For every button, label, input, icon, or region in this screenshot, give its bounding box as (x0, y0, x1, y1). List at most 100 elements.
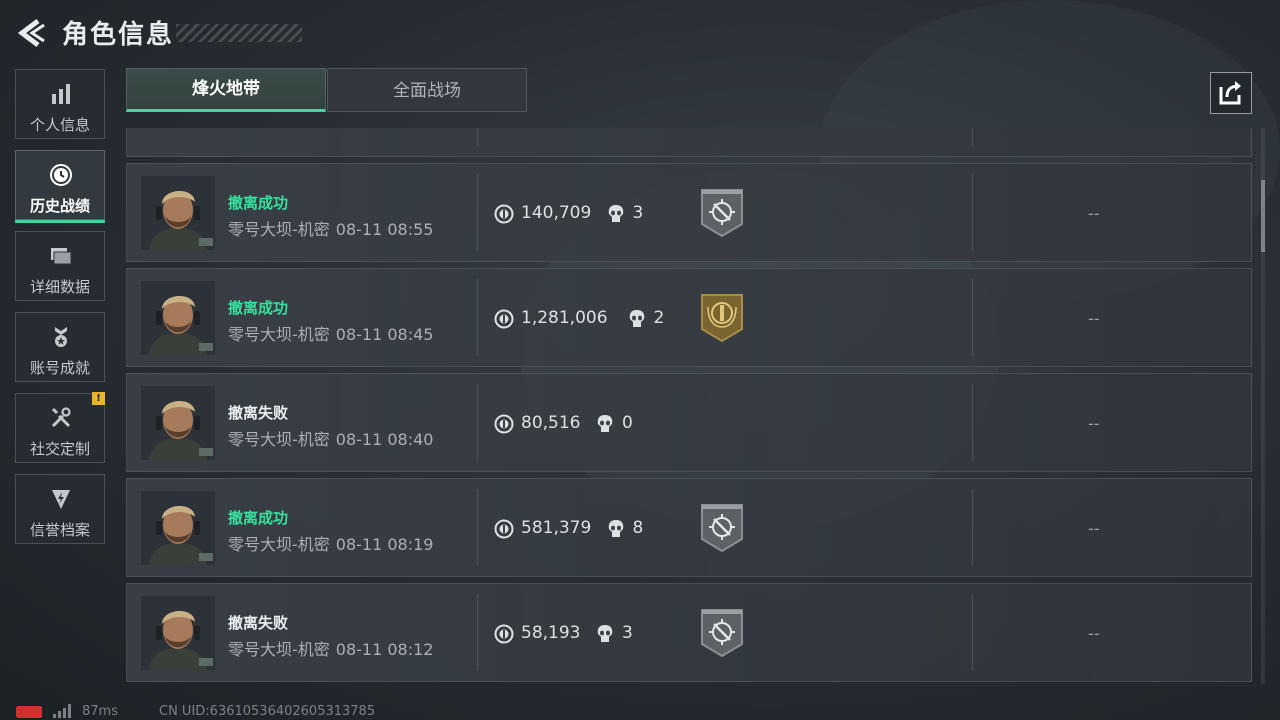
silver-crosshair-medal-icon[interactable] (700, 188, 744, 238)
map-time-info: 零号大坝-机密 08-11 08:45 (228, 321, 433, 345)
sidebar-item-reputation[interactable]: 信誉档案 (15, 474, 105, 544)
sidebar-item-label: 个人信息 (29, 116, 90, 134)
empty-placeholder: -- (1088, 414, 1100, 433)
coin-value-icon (494, 309, 514, 329)
kill-count: 2 (653, 308, 665, 328)
column-divider (477, 174, 478, 251)
uid-readout: CN UID:636105364026053137​85 (159, 704, 376, 719)
kill-count: 8 (632, 518, 644, 538)
tab-full-battlefield[interactable]: 全面战场 (327, 68, 527, 112)
table-row[interactable]: 撤离成功零号大坝-机密 08-11 08:19 581,379 8 -- (126, 478, 1252, 577)
table-row[interactable]: 撤离成功零号大坝-机密 08-11 08:45 1,281,006 2 -- (126, 268, 1252, 367)
sidebar-item-match-history[interactable]: 历史战绩 (15, 150, 105, 223)
column-divider (972, 174, 973, 251)
extraction-status: 撤离成功 (228, 194, 289, 212)
skull-kills-icon (597, 415, 613, 432)
sidebar-item-detailed-data[interactable]: 详细数据 (15, 231, 105, 301)
asset-value: 1,281,006 (521, 308, 608, 328)
ping-readout: 87ms (82, 704, 118, 719)
silver-crosshair-medal-icon[interactable] (700, 608, 744, 658)
column-divider (972, 594, 973, 671)
kill-count: 0 (622, 413, 633, 433)
map-name: 零号大坝-机密 (228, 220, 330, 239)
coin-value-icon (494, 204, 514, 224)
match-history-list[interactable]: 撤离成功 零号大坝-机密 08-11 08:55 140,709 3 -- 撤离成功 零号大坝… (126, 128, 1254, 684)
empty-placeholder: -- (1088, 204, 1100, 223)
column-divider (477, 279, 478, 356)
kill-count: 3 (632, 203, 644, 223)
folder-icon (51, 248, 72, 265)
share-icon (1219, 81, 1241, 105)
skull-kills-icon (608, 205, 623, 222)
operator-portrait (141, 386, 215, 460)
sidebar-item-label: 账号成就 (29, 359, 90, 377)
map-time-info: 零号大坝-机密 08-11 08:12 (228, 636, 433, 660)
asset-value: 581,379 (521, 518, 592, 538)
scrollbar-thumb[interactable] (1261, 180, 1265, 252)
column-divider (972, 128, 973, 146)
column-divider (477, 489, 478, 566)
map-name: 零号大坝-机密 (228, 640, 330, 659)
sidebar-item-achievements[interactable]: 账号成就 (15, 312, 105, 382)
operator-portrait (141, 491, 215, 565)
column-divider (477, 384, 478, 461)
achievement-icon (55, 327, 67, 347)
asset-value: 58,193 (521, 623, 581, 643)
extraction-status: 撤离失败 (228, 404, 289, 422)
shield-bolt-icon (52, 490, 70, 509)
back-arrow-icon[interactable] (14, 16, 48, 50)
gold-emblem-medal-icon[interactable] (700, 293, 744, 343)
sidebar-item-personal-info[interactable]: 个人信息 (15, 69, 105, 139)
skull-kills-icon (597, 625, 613, 642)
asset-value: 80,516 (521, 413, 581, 433)
asset-value: 140,709 (521, 203, 592, 223)
match-time: 08-11 08:55 (335, 220, 434, 239)
extraction-status: 撤离成功 (228, 299, 289, 317)
map-name: 零号大坝-机密 (228, 535, 330, 554)
table-row[interactable]: 撤离失败零号大坝-机密 08-11 08:12 58,193 3 -- (126, 583, 1252, 682)
header: 角色信息 (0, 0, 1280, 62)
sidebar-item-label: 信誉档案 (29, 521, 90, 539)
sidebar-item-label: 社交定制 (29, 440, 90, 458)
extraction-status: 撤离成功 (228, 509, 289, 527)
match-time: 08-11 08:19 (335, 535, 434, 554)
title-decoration (176, 24, 302, 42)
column-divider (477, 594, 478, 671)
extraction-status: 撤离失败 (228, 614, 289, 632)
share-button[interactable] (1210, 72, 1252, 114)
map-name: 零号大坝-机密 (228, 325, 330, 344)
tab-warzone[interactable]: 烽火地带 (126, 68, 326, 112)
kill-count: 3 (622, 623, 633, 643)
operator-portrait (141, 176, 215, 250)
coin-value-icon (494, 519, 514, 539)
map-time-info: 零号大坝-机密 08-11 08:55 (228, 216, 433, 240)
map-name: 零号大坝-机密 (228, 430, 330, 449)
bar-chart-icon (52, 84, 70, 104)
table-row[interactable]: 撤离失败零号大坝-机密 08-11 08:40 80,516 0 -- (126, 373, 1252, 472)
silver-crosshair-medal-icon[interactable] (700, 503, 744, 553)
empty-placeholder: -- (1088, 624, 1100, 643)
tools-icon (51, 407, 71, 428)
match-time: 08-11 08:45 (335, 325, 434, 344)
notification-badge: ! (92, 392, 105, 405)
page-title: 角色信息 (62, 20, 175, 50)
battery-low-icon (16, 706, 42, 718)
coin-value-icon (494, 624, 514, 644)
empty-placeholder: -- (1088, 309, 1100, 328)
empty-placeholder: -- (1088, 519, 1100, 538)
sidebar-item-label: 详细数据 (29, 278, 90, 296)
match-time: 08-11 08:40 (335, 430, 434, 449)
map-time-info: 零号大坝-机密 08-11 08:19 (228, 531, 433, 555)
signal-icon (53, 704, 71, 718)
table-row[interactable] (126, 128, 1252, 157)
match-time: 08-11 08:12 (335, 640, 434, 659)
map-time-info: 零号大坝-机密 08-11 08:40 (228, 426, 433, 450)
operator-portrait (141, 281, 215, 355)
skull-kills-icon (629, 310, 644, 327)
column-divider (972, 489, 973, 566)
skull-kills-icon (608, 520, 623, 537)
sidebar-item-label: 历史战绩 (29, 197, 90, 215)
coin-value-icon (494, 414, 514, 434)
table-row[interactable]: 撤离成功零号大坝-机密 08-11 08:55 140,709 3 -- (126, 163, 1252, 262)
column-divider (972, 384, 973, 461)
